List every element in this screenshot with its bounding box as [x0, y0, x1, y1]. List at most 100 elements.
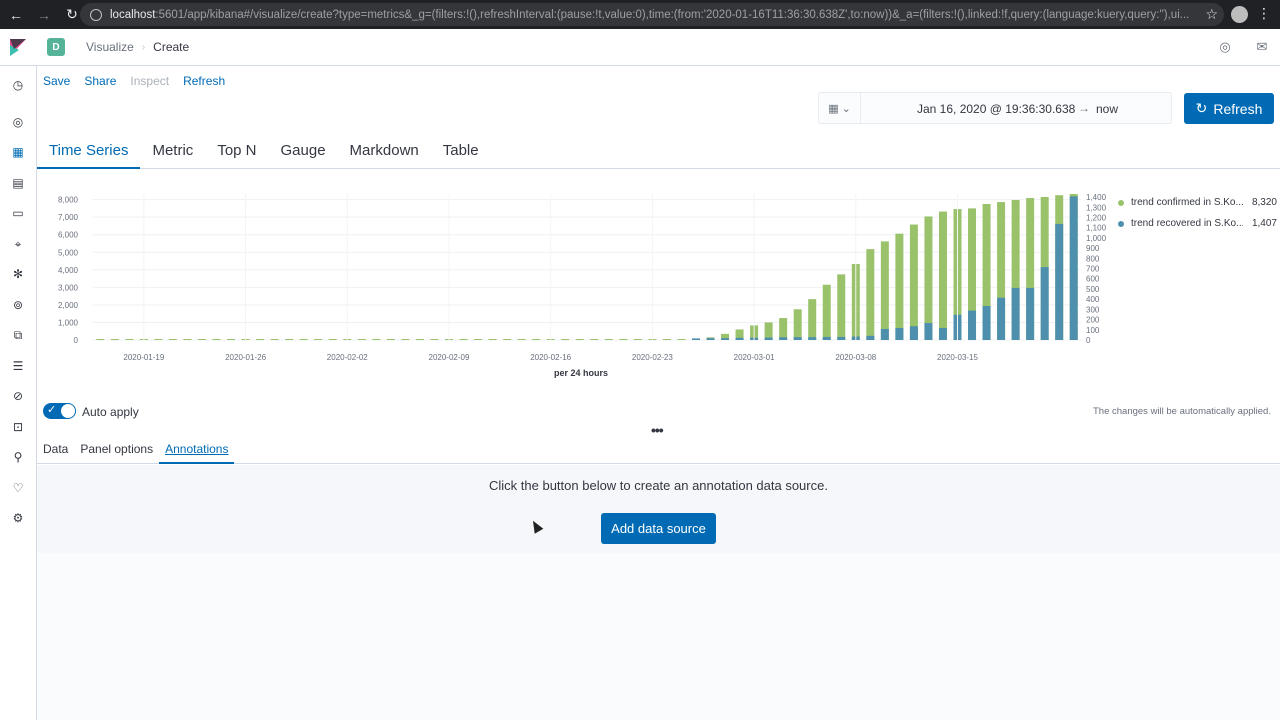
tab-time-series[interactable]: Time Series: [37, 134, 141, 169]
bar-recovered: [895, 327, 904, 340]
y-right-tick-label: 1,100: [1086, 224, 1107, 233]
bar-confirmed: [430, 339, 439, 340]
start-date[interactable]: Jan 16, 2020 @ 19:36:30.638: [917, 102, 1075, 116]
bar-confirmed: [168, 339, 177, 340]
visualize-chart-icon[interactable]: ▦: [11, 145, 25, 159]
tab-markdown[interactable]: Markdown: [338, 134, 431, 169]
legend-dot-recovered: [1118, 220, 1124, 227]
panel-resize-handle[interactable]: •••: [651, 422, 664, 438]
tab-panel-options[interactable]: Panel options: [74, 438, 159, 464]
kibana-logo-icon[interactable]: [10, 39, 26, 56]
refresh-button[interactable]: ↻ Refresh: [1184, 93, 1274, 124]
annotation-empty-message: Click the button below to create an anno…: [489, 478, 828, 493]
bar-recovered: [721, 338, 730, 340]
editor-tabs: Data Panel options Annotations: [37, 438, 1280, 464]
tab-annotations[interactable]: Annotations: [159, 438, 235, 464]
management-gear-icon[interactable]: ⚙: [11, 511, 25, 525]
bar-recovered: [1040, 267, 1049, 340]
maps-icon[interactable]: ⌖: [11, 237, 25, 251]
auto-apply-toggle[interactable]: ✓: [43, 403, 76, 419]
bar-confirmed: [677, 339, 686, 340]
space-avatar[interactable]: D: [47, 38, 65, 56]
apm-icon[interactable]: ⊘: [11, 389, 25, 403]
breadcrumb-visualize[interactable]: Visualize: [86, 40, 134, 54]
bar-confirmed: [633, 339, 642, 340]
bar-recovered: [1026, 287, 1035, 340]
address-bar[interactable]: localhost:5601/app/kibana#/visualize/cre…: [80, 3, 1224, 26]
y-left-tick-label: 8,000: [58, 196, 79, 205]
legend-value-recovered: 1,407: [1251, 218, 1277, 229]
bar-confirmed: [474, 339, 483, 340]
tab-metric[interactable]: Metric: [140, 134, 205, 169]
x-tick-label: 2020-02-02: [327, 353, 368, 362]
bar-confirmed: [488, 339, 497, 340]
recently-viewed-clock-icon[interactable]: ◷: [11, 78, 25, 92]
refresh-link[interactable]: Refresh: [183, 74, 225, 88]
y-left-tick-label: 6,000: [58, 231, 79, 240]
legend-item-recovered[interactable]: trend recovered in S.Ko... 1,407: [1118, 213, 1277, 234]
canvas-icon[interactable]: ▭: [11, 206, 25, 220]
bookmark-star-icon[interactable]: ☆: [1205, 6, 1218, 23]
bar-recovered: [938, 327, 947, 340]
share-button[interactable]: Share: [84, 74, 116, 88]
x-tick-label: 2020-02-23: [632, 353, 673, 362]
monitoring-icon[interactable]: ♡: [11, 481, 25, 495]
security-lock-icon[interactable]: ⊡: [11, 420, 25, 434]
add-data-source-button[interactable]: Add data source: [601, 513, 716, 544]
bar-confirmed: [401, 339, 410, 340]
legend-item-confirmed[interactable]: trend confirmed in S.Ko... 8,320: [1118, 192, 1277, 213]
bar-confirmed: [866, 249, 875, 340]
tab-table[interactable]: Table: [431, 134, 491, 169]
url-text: localhost:5601/app/kibana#/visualize/cre…: [110, 9, 1189, 21]
bar-recovered: [808, 337, 817, 340]
bar-recovered: [997, 297, 1006, 340]
x-tick-label: 2020-01-26: [225, 353, 266, 362]
y-right-tick-label: 900: [1086, 244, 1100, 253]
logs-icon[interactable]: ☰: [11, 359, 25, 373]
bar-confirmed: [183, 339, 192, 340]
forward-icon[interactable]: →: [32, 3, 56, 27]
y-left-tick-label: 3,000: [58, 283, 79, 292]
bar-confirmed: [793, 309, 802, 340]
bar-confirmed: [924, 216, 933, 340]
end-date[interactable]: now: [1096, 102, 1118, 116]
dev-tools-icon[interactable]: ⚲: [11, 450, 25, 464]
bar-confirmed: [895, 233, 904, 340]
legend-dot-confirmed: [1118, 199, 1124, 206]
bar-confirmed: [764, 322, 773, 340]
x-tick-label: 2020-03-08: [835, 353, 876, 362]
dashboard-icon[interactable]: ▤: [11, 176, 25, 190]
tab-top-n[interactable]: Top N: [205, 134, 268, 169]
quick-select-button[interactable]: ▦ ⌄: [819, 93, 861, 123]
back-icon[interactable]: ←: [4, 3, 28, 27]
chevron-down-icon: ⌄: [841, 102, 851, 115]
bar-confirmed: [212, 339, 221, 340]
bar-recovered: [880, 328, 889, 340]
y-right-tick-label: 1,200: [1086, 213, 1107, 222]
bar-confirmed: [662, 339, 671, 340]
discover-compass-icon[interactable]: ◎: [11, 115, 25, 129]
ml-icon[interactable]: ✻: [11, 267, 25, 281]
help-icon[interactable]: ◎: [1217, 39, 1233, 55]
url-path: :5601/app/kibana#/visualize/create?type=…: [155, 8, 1190, 21]
infrastructure-icon[interactable]: ⧉: [11, 328, 25, 342]
site-info-icon[interactable]: [90, 8, 102, 21]
chart-legend: trend confirmed in S.Ko... 8,320 trend r…: [1118, 192, 1277, 234]
bar-confirmed: [197, 339, 206, 340]
siem-icon[interactable]: ⊚: [11, 298, 25, 312]
browser-menu-icon[interactable]: ⋮: [1257, 5, 1271, 22]
save-button[interactable]: Save: [43, 74, 70, 88]
y-right-tick-label: 500: [1086, 285, 1100, 294]
profile-avatar-icon[interactable]: [1231, 6, 1248, 23]
tab-gauge[interactable]: Gauge: [269, 134, 338, 169]
newsfeed-mail-icon[interactable]: ✉: [1254, 39, 1270, 55]
x-axis-label: per 24 hours: [554, 368, 608, 378]
x-tick-label: 2020-03-15: [937, 353, 978, 362]
y-left-tick-label: 4,000: [58, 266, 79, 275]
y-right-tick-label: 1,400: [1086, 193, 1107, 202]
bar-recovered: [909, 326, 918, 340]
tab-data[interactable]: Data: [37, 438, 74, 464]
bar-confirmed: [328, 339, 337, 340]
annotations-panel: Click the button below to create an anno…: [37, 465, 1280, 553]
bar-confirmed: [880, 241, 889, 340]
